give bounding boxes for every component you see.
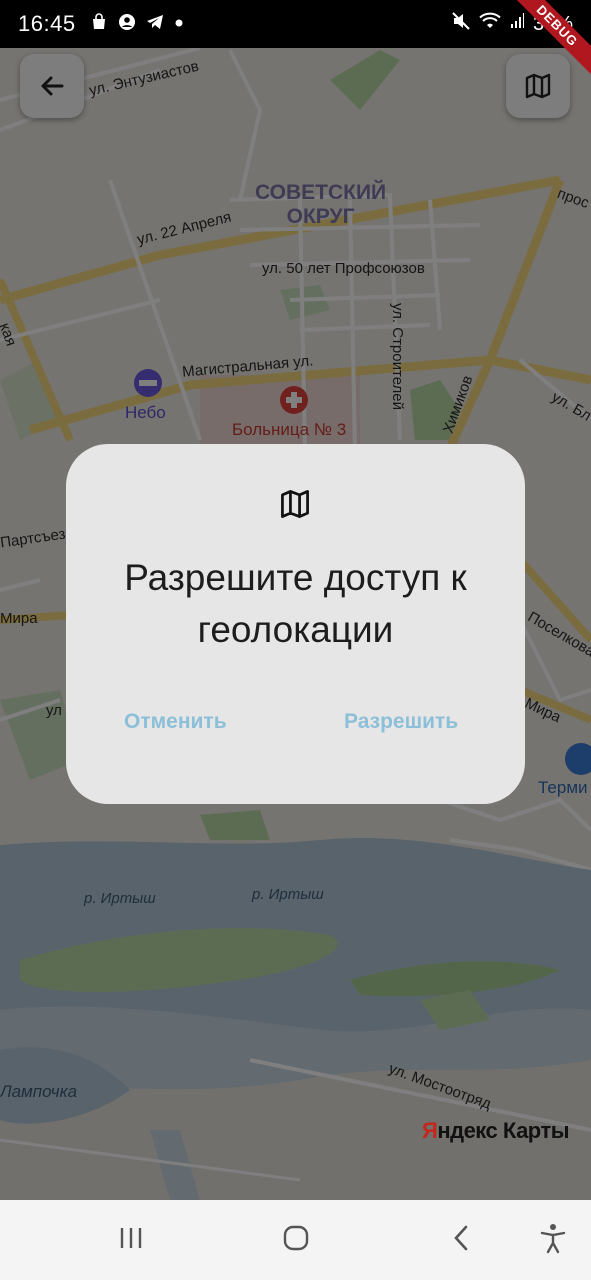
signal-icon [509,12,525,36]
accessibility-icon [539,1222,567,1259]
mute-icon [451,11,471,37]
dot-icon [174,15,184,33]
back-button[interactable] [20,54,84,118]
home-button[interactable] [276,1222,316,1258]
map-icon [524,72,552,100]
back-arrow-icon [38,72,66,100]
yandex-logo-text: ндекс Карты [437,1118,570,1143]
map-icon [279,488,311,520]
cancel-button[interactable]: Отменить [124,710,227,734]
nav-back-icon [451,1224,471,1257]
recents-icon [117,1226,145,1255]
status-time: 16:45 [18,11,76,36]
shopping-bag-icon [90,12,108,36]
accessibility-button[interactable] [533,1222,573,1258]
yandex-logo-prefix: Я [422,1118,438,1143]
status-bar: 16:45 35% DEBUG [0,0,591,83]
wifi-icon [479,12,501,36]
map-layers-button[interactable] [506,54,570,118]
location-permission-dialog: Разрешите доступ к геолокации Отменить Р… [66,444,525,804]
allow-button[interactable]: Разрешить [344,710,458,734]
home-icon [282,1224,310,1257]
dialog-title: Разрешите доступ к геолокации [124,557,467,650]
recents-button[interactable] [111,1222,151,1258]
system-nav-bar [0,1200,591,1280]
account-circle-icon [118,13,136,36]
telegram-icon [146,13,164,36]
nav-back-button[interactable] [441,1222,481,1258]
yandex-maps-logo: Яндекс Карты [422,1118,570,1144]
